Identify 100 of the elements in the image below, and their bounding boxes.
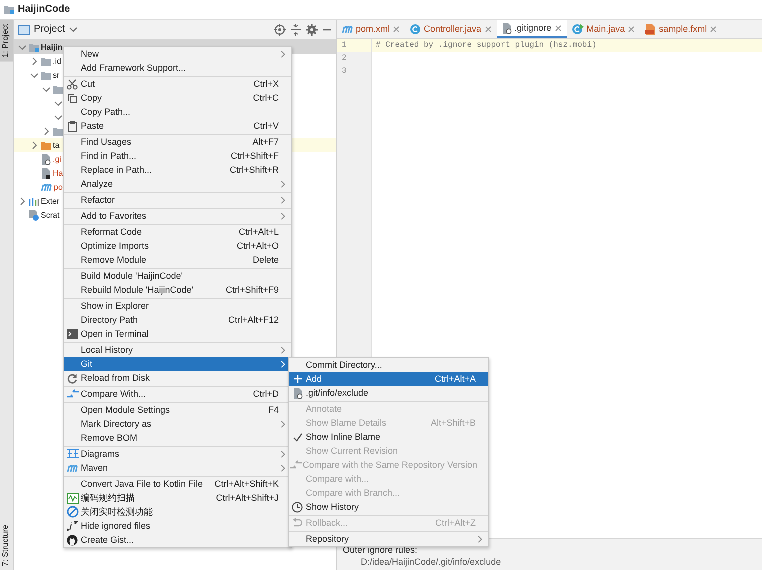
menu-item[interactable]: Refactor	[64, 193, 291, 207]
menu-item[interactable]: Maven	[64, 461, 291, 475]
clock-icon	[292, 502, 303, 512]
menu-item[interactable]: Diagrams	[64, 447, 291, 461]
refresh-icon	[67, 372, 78, 384]
menu-item[interactable]: New	[64, 47, 291, 61]
menu-item[interactable]: Local History	[64, 343, 291, 357]
collapse-all-icon	[290, 24, 302, 36]
menu-item[interactable]: Remove BOM	[64, 431, 291, 445]
menu-item[interactable]: Reformat Code Ctrl+Alt+L	[64, 225, 291, 239]
no-entry-icon	[66, 506, 78, 518]
panel-title[interactable]: Project	[34, 24, 66, 35]
terminal-icon	[67, 329, 78, 339]
menu-item[interactable]: Build Module 'HaijinCode'	[64, 269, 291, 283]
copy-icon	[67, 92, 78, 104]
menu-item[interactable]: Find Usages Alt+F7	[64, 135, 291, 149]
editor-tab[interactable]: Controller.java	[405, 20, 497, 38]
structure-tool-tab[interactable]: 7: Structure	[0, 520, 13, 570]
scratch-file-icon	[29, 210, 39, 220]
menu-item[interactable]: Rebuild Module 'HaijinCode' Ctrl+Shift+F9	[64, 283, 291, 297]
menu-item[interactable]: Remove Module Delete	[64, 253, 291, 267]
menu-item[interactable]: Paste Ctrl+V	[64, 119, 291, 133]
tree-item[interactable]: .gi	[53, 154, 62, 164]
menu-item[interactable]: Add Framework Support...	[64, 61, 291, 75]
line-number: 2	[342, 54, 347, 63]
code-line: # Created by .ignore support plugin (hsz.mobi)	[376, 41, 597, 50]
editor-tab[interactable]: Main.java	[566, 20, 640, 38]
locate-icon	[274, 24, 286, 36]
ignored-files-icon	[66, 521, 78, 531]
clipboard-icon	[67, 120, 78, 132]
close-icon	[628, 26, 636, 32]
diagram-icon	[66, 449, 78, 459]
maven-icon	[67, 463, 78, 473]
menu-item[interactable]: Reload from Disk	[64, 371, 291, 385]
menu-item[interactable]: Add Ctrl+Alt+A	[289, 372, 488, 386]
class-icon	[572, 24, 584, 34]
menu-item[interactable]: Show Inline Blame	[289, 430, 488, 444]
panel-heading: Outer ignore rules:	[343, 545, 419, 555]
menu-item[interactable]: Analyze	[64, 177, 291, 191]
menu-item[interactable]: Git	[64, 357, 291, 371]
file-icon	[292, 388, 302, 398]
menu-item[interactable]: Cut Ctrl+X	[64, 77, 291, 91]
line-number: 3	[342, 67, 347, 76]
menu-item[interactable]: Compare With... Ctrl+D	[64, 387, 291, 401]
menu-item[interactable]: Show History	[289, 500, 488, 514]
maven-icon	[41, 182, 52, 192]
plus-icon	[292, 374, 302, 384]
tree-item[interactable]: Haijin	[41, 42, 63, 52]
maven-icon	[342, 24, 353, 34]
menu-item[interactable]: Directory Path Ctrl+Alt+F12	[64, 313, 291, 327]
editor-tab[interactable]: pom.xml	[337, 20, 406, 38]
menu-item[interactable]: Optimize Imports Ctrl+Alt+O	[64, 239, 291, 253]
line-number: 1	[342, 41, 347, 50]
close-icon	[554, 24, 562, 32]
window-title: HaijinCode	[18, 4, 70, 15]
dropdown-caret-icon	[69, 25, 78, 34]
close-icon	[710, 26, 718, 32]
tree-item[interactable]: sr	[53, 70, 60, 80]
file-path: D:/idea/HaijinCode/.git/info/exclude	[361, 557, 502, 567]
menu-item[interactable]: Commit Directory...	[289, 358, 488, 372]
undo-icon	[292, 518, 303, 528]
tree-item[interactable]: ta	[53, 140, 60, 150]
editor-tab[interactable]: sample.fxml	[640, 20, 722, 38]
compare-icon	[290, 460, 302, 470]
menu-item[interactable]: Hide ignored files	[64, 519, 291, 533]
menu-item[interactable]: Add to Favorites	[64, 209, 291, 223]
bars-icon	[29, 196, 39, 206]
menu-item[interactable]: Convert Java File to Kotlin File Ctrl+Alt+Shift+K	[64, 477, 291, 491]
tree-item[interactable]: Scrat	[41, 210, 60, 220]
menu-item[interactable]: Show in Explorer	[64, 299, 291, 313]
menu-item[interactable]: Open in Terminal	[64, 327, 291, 341]
tree-item[interactable]: po	[54, 182, 63, 192]
close-icon	[484, 26, 492, 32]
menu-item[interactable]: Mark Directory as	[64, 417, 291, 431]
menu-item[interactable]: Repository	[289, 532, 488, 546]
menu-item[interactable]: Replace in Path... Ctrl+Shift+R	[64, 163, 291, 177]
tree-item[interactable]: .id	[53, 56, 62, 66]
menu-item[interactable]: Open Module Settings F4	[64, 403, 291, 417]
menu-item[interactable]: Find in Path... Ctrl+Shift+F	[64, 149, 291, 163]
menu-item[interactable]: 编码规约扫描 Ctrl+Alt+Shift+J	[64, 491, 291, 505]
github-icon	[67, 534, 78, 546]
file-icon	[41, 154, 51, 164]
xml-file-icon	[645, 24, 656, 34]
menu-item[interactable]: Copy Path...	[64, 105, 291, 119]
compare-icon	[66, 388, 78, 400]
file-icon	[502, 22, 512, 34]
module-folder-icon	[29, 42, 39, 52]
project-tool-tab[interactable]: 1: Project	[0, 20, 13, 62]
menu-item[interactable]: 关闭实时检测功能	[64, 505, 291, 519]
scissors-icon	[67, 78, 78, 90]
tree-item[interactable]: Exter	[41, 196, 60, 206]
menu-item[interactable]: Create Gist...	[64, 533, 291, 547]
editor-tab[interactable]: .gitignore	[496, 20, 567, 38]
menu-item[interactable]: Copy Ctrl+C	[64, 91, 291, 105]
menu-item[interactable]: .git/info/exclude	[289, 386, 488, 400]
class-icon	[410, 24, 422, 34]
panel-icon	[18, 24, 30, 34]
tree-item[interactable]: Ha	[53, 168, 64, 178]
close-icon	[393, 26, 400, 32]
file-icon	[41, 168, 51, 178]
